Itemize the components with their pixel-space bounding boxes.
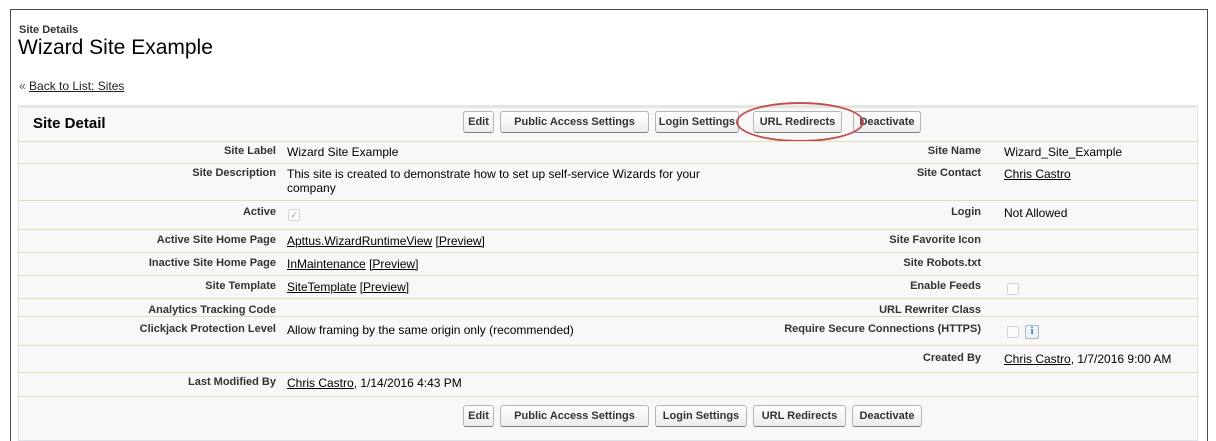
site-contact-value: Chris Castro [1004, 167, 1071, 181]
enable-feeds-checkbox [1007, 283, 1019, 295]
row-divider [19, 275, 1197, 276]
site-label-label: Site Label [224, 145, 276, 157]
last-modified-label: Last Modified By [187, 376, 276, 388]
row-divider [19, 396, 1197, 397]
analytics-tracking-label: Analytics Tracking Code [148, 304, 276, 316]
site-robots-label: Site Robots.txt [903, 257, 981, 269]
row-divider [19, 298, 1197, 299]
public-access-settings-button[interactable]: Public Access Settings [500, 111, 649, 133]
row-divider [19, 316, 1197, 317]
inactive-home-page-label: Inactive Site Home Page [148, 257, 276, 269]
page-subtitle: Site Details [19, 24, 79, 36]
site-description-value: This site is created to demonstrate how … [287, 167, 700, 195]
checkmark-icon: ✓ [290, 210, 298, 220]
login-settings-button-bottom[interactable]: Login Settings [655, 405, 747, 427]
inactive-home-preview-link[interactable]: [Preview] [369, 257, 418, 271]
site-description-label: Site Description [192, 167, 276, 179]
active-home-page-link[interactable]: Apttus.WizardRuntimeView [287, 234, 432, 248]
active-label: Active [242, 206, 276, 218]
created-by-date: , 1/7/2016 9:00 AM [1070, 352, 1172, 366]
inactive-home-page-link[interactable]: InMaintenance [287, 257, 366, 271]
site-contact-label: Site Contact [916, 167, 981, 179]
edit-button[interactable]: Edit [463, 111, 494, 133]
site-template-preview-link[interactable]: [Preview] [360, 280, 409, 294]
site-name-value: Wizard_Site_Example [1004, 145, 1123, 159]
site-template-link[interactable]: SiteTemplate [287, 280, 356, 294]
last-modified-user-link[interactable]: Chris Castro [287, 376, 354, 390]
row-divider [19, 141, 1197, 142]
site-contact-link[interactable]: Chris Castro [1004, 167, 1071, 181]
info-icon[interactable]: i [1025, 325, 1039, 339]
https-label: Require Secure Connections (HTTPS) [784, 323, 981, 335]
url-redirects-button-bottom[interactable]: URL Redirects [753, 405, 846, 427]
login-settings-button[interactable]: Login Settings [655, 111, 739, 133]
row-divider [19, 163, 1197, 164]
row-divider [19, 200, 1197, 201]
https-checkbox [1007, 326, 1019, 338]
active-checkbox: ✓ [288, 209, 300, 221]
highlight-circle [736, 102, 864, 142]
row-divider [19, 229, 1197, 230]
inactive-home-page-value: InMaintenance [Preview] [287, 257, 727, 271]
login-label: Login [951, 206, 981, 218]
site-favorite-icon-label: Site Favorite Icon [889, 234, 981, 246]
row-divider [19, 372, 1197, 373]
site-name-label: Site Name [927, 145, 981, 157]
created-by-value: Chris Castro, 1/7/2016 9:00 AM [1004, 352, 1171, 366]
active-home-preview-link[interactable]: [Preview] [436, 234, 485, 248]
last-modified-date: , 1/14/2016 4:43 PM [353, 376, 462, 390]
login-value: Not Allowed [1004, 206, 1068, 220]
deactivate-button-bottom[interactable]: Deactivate [852, 405, 922, 427]
row-divider [19, 252, 1197, 253]
created-by-label: Created By [922, 352, 981, 364]
created-by-user-link[interactable]: Chris Castro [1004, 352, 1071, 366]
public-access-settings-button-bottom[interactable]: Public Access Settings [500, 405, 649, 427]
site-label-value: Wizard Site Example [287, 145, 399, 159]
breadcrumb: « Back to List: Sites [19, 79, 124, 93]
edit-button-bottom[interactable]: Edit [463, 405, 494, 427]
clickjack-value: Allow framing by the same origin only (r… [287, 323, 574, 337]
enable-feeds-label: Enable Feeds [910, 280, 981, 292]
active-home-page-label: Active Site Home Page [156, 234, 276, 246]
back-arrow-icon: « [19, 79, 26, 93]
site-template-label: Site Template [205, 280, 276, 292]
clickjack-label: Clickjack Protection Level [139, 323, 276, 335]
back-to-list-link[interactable]: Back to List: Sites [29, 79, 124, 93]
last-modified-value: Chris Castro, 1/14/2016 4:43 PM [287, 376, 727, 390]
page-title: Wizard Site Example [18, 36, 213, 59]
active-home-page-value: Apttus.WizardRuntimeView [Preview] [287, 234, 727, 248]
row-divider [19, 345, 1197, 346]
site-template-value: SiteTemplate [Preview] [287, 280, 727, 294]
url-rewriter-label: URL Rewriter Class [879, 304, 981, 316]
section-title: Site Detail [33, 115, 106, 132]
